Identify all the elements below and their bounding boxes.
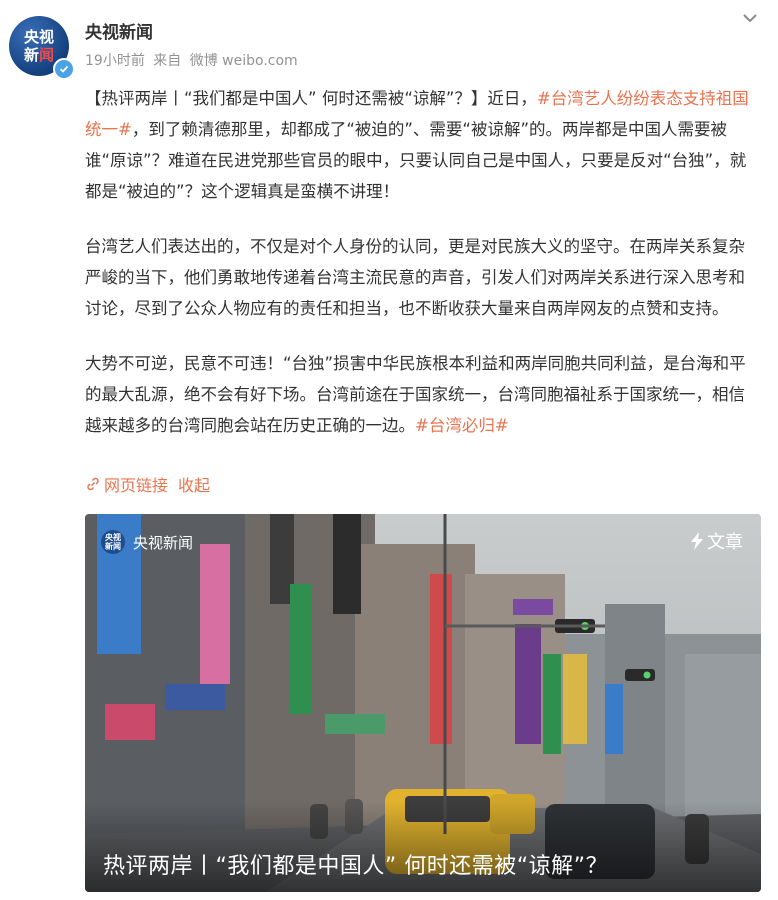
post-paragraph-3: 大势不可逆，民意不可违！“台独”损害中华民族根本利益和两岸同胞共同利益，是台海和… [85, 354, 746, 435]
article-tag: 文章 [690, 528, 743, 554]
link-icon [87, 477, 99, 491]
avatar-text-top: 央视 [23, 28, 54, 46]
verified-badge-icon [53, 58, 75, 80]
post-body: 【热评两岸丨“我们都是中国人” 何时还需被“谅解”？】近日，#台湾艺人纷纷表态支… [85, 83, 755, 465]
post-meta: 19小时前 来自 微博 weibo.com [85, 50, 302, 70]
card-source-name: 央视新闻 [133, 533, 194, 552]
username[interactable]: 央视新闻 [85, 18, 153, 43]
post-source[interactable]: 微博 weibo.com [190, 53, 298, 69]
collapse-button[interactable]: 收起 [178, 472, 210, 496]
web-link[interactable]: 网页链接 [85, 472, 168, 496]
avatar-text-bottom: 新闻 [23, 46, 55, 64]
article-title-overlay: 热评两岸丨“我们都是中国人” 何时还需被“谅解”？ [85, 802, 761, 892]
card-source-logo: 央视 新闻 [101, 530, 125, 554]
source-prefix: 来自 [153, 53, 182, 69]
chevron-down-icon[interactable] [740, 10, 760, 26]
card-source: 央视 新闻 央视新闻 [101, 530, 193, 554]
post-links: 网页链接 收起 [85, 472, 220, 496]
post-time[interactable]: 19小时前 [85, 53, 145, 69]
topic-link[interactable]: #台湾必归# [415, 416, 509, 435]
article-title: 热评两岸丨“我们都是中国人” 何时还需被“谅解”？ [103, 854, 609, 879]
post-paragraph-1: 【热评两岸丨“我们都是中国人” 何时还需被“谅解”？】近日，#台湾艺人纷纷表态支… [85, 89, 749, 201]
post-paragraph-2: 台湾艺人们表达出的，不仅是对个人身份的认同，更是对民族大义的坚守。在两岸关系复杂… [85, 237, 745, 318]
article-card[interactable]: 央视 新闻 央视新闻 文章 热评两岸丨“我们都是中国人” 何时还需被“谅解”？ [85, 514, 761, 892]
lightning-icon [691, 532, 703, 550]
